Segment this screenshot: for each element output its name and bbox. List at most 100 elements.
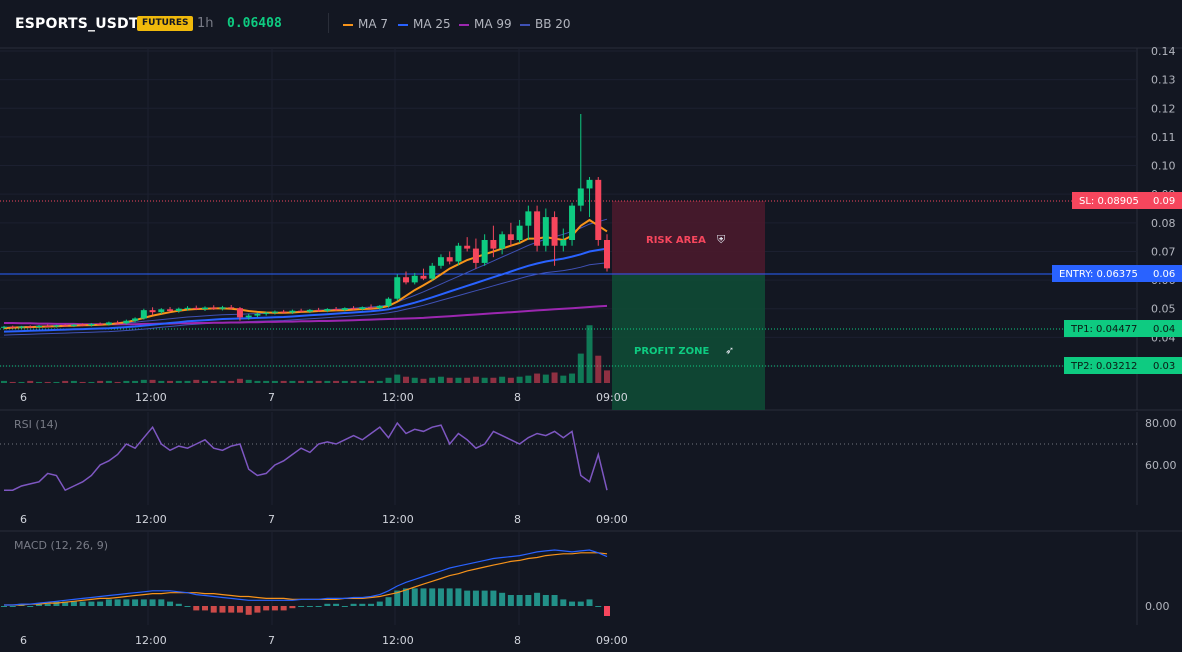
rsi-level-80: 80.00 — [1145, 417, 1177, 430]
volume-bar — [376, 380, 383, 383]
macd-histogram-bar — [604, 606, 610, 616]
macd-histogram-bar — [175, 603, 182, 606]
tp1-tag-text: TP1: 0.04477 — [1070, 324, 1137, 335]
candle-body — [359, 307, 366, 310]
candle-body — [70, 324, 77, 326]
candle-body — [167, 309, 174, 312]
time-label: 7 — [268, 391, 275, 404]
macd-histogram-bar — [324, 603, 331, 606]
tp2-tag[interactable]: TP2: 0.03212 0.03 — [1064, 357, 1182, 374]
candle-body — [219, 307, 226, 309]
macd-histogram-bar — [210, 606, 217, 613]
macd-histogram-bar — [534, 592, 541, 606]
candle-body — [394, 277, 401, 299]
volume-bar — [236, 378, 243, 383]
time-label: 12:00 — [382, 513, 414, 526]
entry-tag-text: ENTRY: 0.06375 — [1059, 269, 1138, 280]
candle-body — [464, 245, 471, 249]
bollinger-bands — [3, 218, 608, 336]
entry-tag[interactable]: ENTRY: 0.06375 0.06 — [1052, 265, 1182, 282]
volume-bar — [324, 380, 331, 383]
macd-histogram-bar — [298, 606, 305, 607]
volume-bar — [35, 381, 42, 383]
candle-body — [27, 326, 34, 328]
volume-bar — [551, 372, 558, 383]
macd-histogram-bar — [44, 603, 51, 606]
volume-bar — [586, 325, 593, 383]
volume-bar — [306, 380, 313, 383]
entry-axis-text: 0.06 — [1153, 269, 1175, 280]
price-tick-label: 0.12 — [1151, 102, 1176, 115]
candle-body — [551, 217, 558, 246]
candle-body — [132, 318, 139, 321]
candle-body — [1, 326, 7, 328]
candle-body — [507, 234, 514, 240]
macd-histogram-bar — [376, 601, 383, 606]
candle-body — [18, 326, 25, 328]
macd-histogram-bar — [437, 588, 444, 606]
macd-histogram-bar — [132, 599, 139, 606]
volume-bar — [62, 380, 69, 383]
sl-tag[interactable]: SL: 0.08905 0.09 — [1072, 192, 1182, 209]
candle-body — [114, 322, 121, 324]
candle-body — [184, 307, 191, 309]
candle-body — [604, 240, 610, 269]
candle-body — [516, 225, 523, 240]
candle-body — [534, 211, 541, 246]
volume-bar — [429, 377, 436, 383]
price-tick-label: 0.08 — [1151, 217, 1176, 230]
tp1-tag[interactable]: TP1: 0.04477 0.04 — [1064, 320, 1182, 337]
volume-bar — [437, 376, 444, 383]
volume-bar — [18, 381, 25, 383]
candle-body — [595, 179, 602, 240]
macd-histogram-bar — [464, 590, 471, 606]
candle-body — [123, 320, 130, 324]
volume-bar — [9, 381, 16, 383]
candle-body — [472, 248, 479, 263]
candle-body — [105, 322, 112, 325]
volume-bar — [577, 353, 584, 383]
sl-tag-text: SL: 0.08905 — [1079, 196, 1139, 207]
macd-histogram-bar — [481, 590, 488, 606]
chart-canvas[interactable]: RISK AREA ⛨ PROFIT ZONE ➶ 0.14 0.13 0.12 0.… — [0, 0, 1182, 652]
macd-histogram-bar — [219, 606, 226, 613]
macd-histogram-bar — [149, 599, 156, 606]
candle-body — [411, 275, 418, 283]
volume-bar — [280, 380, 287, 383]
price-tick-label: 0.05 — [1151, 303, 1176, 316]
macd-histogram-bar — [542, 595, 549, 606]
macd-histogram-bar — [385, 597, 392, 606]
macd-histogram-bar — [9, 606, 16, 607]
time-label: 09:00 — [596, 513, 628, 526]
macd-histogram-bar — [97, 601, 104, 606]
volume-bar — [569, 373, 576, 383]
macd-histogram-bar — [245, 606, 252, 615]
volume-bar — [455, 377, 462, 383]
candle-body — [149, 310, 156, 313]
macd-histogram-bar — [79, 601, 86, 606]
tp1-axis-text: 0.04 — [1153, 324, 1175, 335]
macd-histogram-bar — [289, 606, 296, 609]
tp2-axis-text: 0.03 — [1153, 361, 1175, 372]
time-label: 7 — [268, 634, 275, 647]
candle-body — [263, 312, 270, 314]
macd-histogram-bar — [228, 606, 235, 613]
volume-bar — [499, 376, 506, 383]
candle-body — [446, 257, 453, 262]
volume-bar — [105, 380, 112, 383]
macd-histogram-bar — [280, 606, 287, 611]
macd-histogram-bar — [411, 588, 418, 606]
candle-body — [254, 313, 261, 316]
volume-bar — [123, 380, 130, 383]
macd-histogram-bar — [507, 595, 514, 606]
candle-body — [385, 298, 392, 306]
time-label: 12:00 — [382, 391, 414, 404]
macd-histogram-bar — [341, 606, 348, 607]
candle-body — [560, 240, 567, 246]
candle-body — [79, 324, 86, 326]
time-axis-main: 6 12:00 7 12:00 8 09:00 — [20, 391, 628, 404]
price-tick-label: 0.11 — [1151, 131, 1176, 144]
candle-body — [315, 309, 322, 311]
candle-body — [158, 309, 165, 313]
time-label: 12:00 — [135, 513, 167, 526]
